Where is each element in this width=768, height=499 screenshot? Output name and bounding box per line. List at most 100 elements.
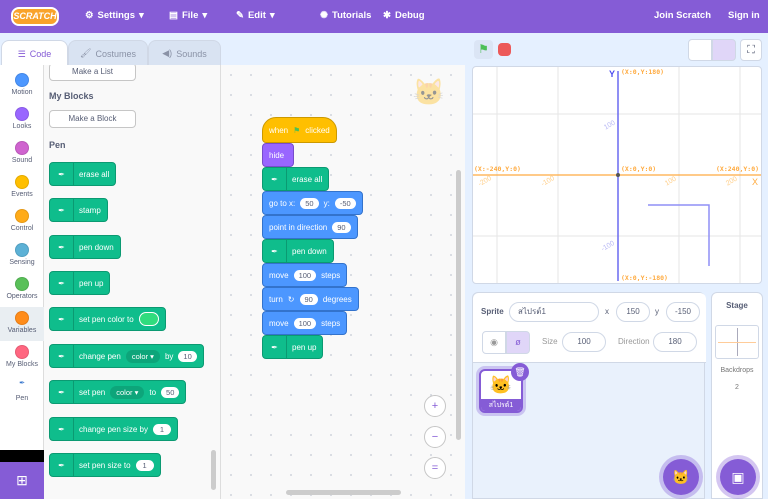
- brush-icon: 🖌: [80, 48, 92, 58]
- hide-block[interactable]: hide: [262, 143, 294, 167]
- delete-sprite-button[interactable]: 🗑: [511, 363, 529, 381]
- erase-all-block[interactable]: ✒ erase all: [262, 167, 330, 191]
- x-input[interactable]: 50: [300, 197, 319, 209]
- change-pen-size-block[interactable]: ✒ change pen size by 1: [49, 417, 178, 441]
- make-block-button[interactable]: Make a Block: [49, 110, 136, 128]
- stamp-block[interactable]: ✒ stamp: [49, 198, 108, 222]
- category-dot-icon: [15, 311, 29, 325]
- tab-costumes[interactable]: 🖌 Costumes: [68, 40, 148, 66]
- direction-label: Direction: [618, 337, 650, 346]
- category-control[interactable]: Control: [0, 205, 44, 239]
- sprite-info: Sprite สไปรต์1 x 150 y -150 ◉ ø Size 100…: [473, 293, 706, 363]
- horizontal-scrollbar[interactable]: [286, 490, 401, 495]
- value-input[interactable]: 50: [161, 386, 180, 398]
- join-scratch-link[interactable]: Join Scratch: [654, 10, 711, 21]
- category-sound[interactable]: Sound: [0, 137, 44, 171]
- stage-selector[interactable]: Stage Backdrops 2 ▣: [711, 292, 763, 499]
- tab-sounds[interactable]: ◀) Sounds: [148, 40, 221, 66]
- category-variables[interactable]: Variables: [0, 307, 44, 341]
- fullscreen-button[interactable]: ⛶: [740, 39, 762, 61]
- scratch-logo[interactable]: SCRATCH: [11, 7, 59, 26]
- pen-down-block[interactable]: ✒ pen down: [262, 239, 334, 263]
- normal-stage-button[interactable]: [712, 39, 736, 61]
- pen-icon: ✒: [52, 308, 74, 330]
- small-stage-button[interactable]: [688, 39, 712, 61]
- block-label: set pen size to: [79, 460, 131, 470]
- set-pen-size-block[interactable]: ✒ set pen size to 1: [49, 453, 161, 477]
- direction-input[interactable]: 90: [332, 221, 351, 233]
- steps-input[interactable]: 100: [293, 269, 317, 281]
- set-pen-color-block[interactable]: ✒ set pen color to: [49, 307, 166, 331]
- vertical-scrollbar[interactable]: [456, 170, 461, 440]
- add-extension-button[interactable]: ⊞: [0, 462, 44, 499]
- debug-button[interactable]: ✱ Debug: [383, 10, 425, 21]
- zoom-out-button[interactable]: −: [424, 426, 446, 448]
- zoom-in-button[interactable]: +: [424, 395, 446, 417]
- file-menu[interactable]: ▤ File ▾: [169, 10, 207, 21]
- make-list-button[interactable]: Make a List: [49, 65, 136, 81]
- category-events[interactable]: Events: [0, 171, 44, 205]
- tutorials-button[interactable]: ✺ Tutorials: [320, 10, 371, 21]
- sign-in-link[interactable]: Sign in: [728, 10, 760, 21]
- code-icon: ☰: [17, 48, 26, 59]
- value-input[interactable]: 1: [135, 459, 154, 471]
- block-label: erase all: [79, 169, 110, 179]
- y-input[interactable]: -50: [334, 197, 356, 209]
- pen-up-block[interactable]: ✒ pen up: [262, 335, 324, 359]
- script-area[interactable]: 🐱 when ⚑ clicked hide ✒ erase all go to x: 5…: [221, 65, 465, 499]
- direction-input[interactable]: 180: [653, 332, 697, 352]
- zoom-reset-button[interactable]: =: [424, 457, 446, 479]
- stage-canvas[interactable]: Y X (X:0,Y:180) (X:0,Y:-180) (X:-240,Y:0…: [472, 66, 762, 284]
- category-motion[interactable]: Motion: [0, 69, 44, 103]
- pen-icon: ✒: [52, 381, 74, 403]
- category-dot-icon: [15, 209, 29, 223]
- stop-button[interactable]: [498, 43, 511, 56]
- category-label: Variables: [7, 327, 37, 334]
- turn-right-block[interactable]: turn ↻ 90 degrees: [262, 287, 359, 311]
- hide-sprite-button[interactable]: ø: [506, 331, 530, 354]
- value-input[interactable]: 10: [178, 350, 197, 362]
- pen-icon: ✒: [52, 454, 74, 476]
- x-input[interactable]: 150: [616, 302, 650, 322]
- pen-icon: ✒: [265, 336, 287, 358]
- palette-scrollbar[interactable]: [211, 450, 216, 490]
- when-flag-clicked-block[interactable]: when ⚑ clicked: [262, 117, 337, 143]
- category-my-blocks[interactable]: My Blocks: [0, 341, 44, 375]
- value-input[interactable]: 1: [152, 423, 171, 435]
- chevron-down-icon: ▾: [202, 10, 208, 21]
- move-steps-block[interactable]: move 100 steps: [262, 263, 348, 287]
- move-steps-block[interactable]: move 100 steps: [262, 311, 348, 335]
- category-looks[interactable]: Looks: [0, 103, 44, 137]
- size-input[interactable]: 100: [562, 332, 606, 352]
- y-input[interactable]: -150: [666, 302, 700, 322]
- tab-code-label: Code: [29, 49, 52, 59]
- green-flag-button[interactable]: ⚑: [474, 40, 493, 59]
- add-backdrop-button[interactable]: ▣: [720, 459, 756, 495]
- category-pen[interactable]: ✒ Pen: [0, 375, 44, 409]
- degrees-input[interactable]: 90: [299, 293, 318, 305]
- param-dropdown[interactable]: color ▾: [125, 349, 160, 363]
- sprite-name-input[interactable]: สไปรต์1: [509, 302, 599, 322]
- color-swatch[interactable]: [138, 312, 159, 326]
- block-label: stamp: [79, 205, 101, 215]
- speaker-icon: ◀): [162, 48, 173, 58]
- change-pen-block[interactable]: ✒ change pen color ▾ by 10: [49, 344, 204, 368]
- steps-input[interactable]: 100: [293, 317, 317, 329]
- pen-up-block[interactable]: ✒ pen up: [49, 271, 111, 295]
- set-pen-block[interactable]: ✒ set pen color ▾ to 50: [49, 380, 187, 404]
- category-sensing[interactable]: Sensing: [0, 239, 44, 273]
- add-sprite-button[interactable]: 🐱: [663, 459, 699, 495]
- tab-code[interactable]: ☰ Code: [1, 40, 68, 67]
- category-operators[interactable]: Operators: [0, 273, 44, 307]
- point-in-direction-block[interactable]: point in direction 90: [262, 215, 358, 239]
- category-dot-icon: [15, 73, 29, 87]
- go-to-xy-block[interactable]: go to x: 50 y: -50: [262, 191, 363, 215]
- param-dropdown[interactable]: color ▾: [110, 385, 145, 399]
- erase-all-block[interactable]: ✒ erase all: [49, 162, 117, 186]
- pen-down-block[interactable]: ✒ pen down: [49, 235, 121, 259]
- settings-menu[interactable]: ⚙ Settings ▾: [85, 10, 144, 21]
- tab-costumes-label: Costumes: [95, 48, 136, 59]
- show-sprite-button[interactable]: ◉: [482, 331, 506, 354]
- block-label: by: [164, 351, 174, 361]
- edit-menu[interactable]: ✎ Edit ▾: [236, 10, 275, 21]
